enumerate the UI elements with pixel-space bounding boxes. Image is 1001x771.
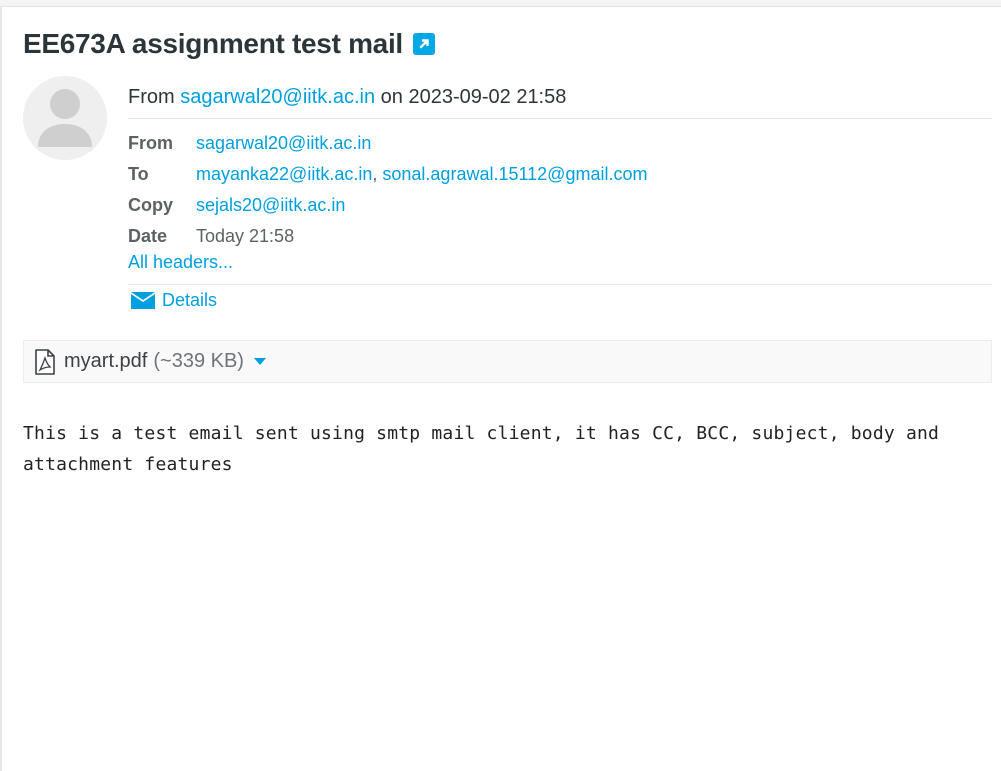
- header-from-link[interactable]: sagarwal20@iitk.ac.in: [196, 133, 371, 154]
- attachment-size: (~339 KB): [153, 350, 244, 372]
- summary-from-prefix: From: [128, 86, 175, 108]
- header-to-link-1[interactable]: mayanka22@iitk.ac.in: [196, 164, 372, 185]
- pdf-file-icon: [35, 348, 55, 375]
- left-border: [0, 7, 2, 771]
- header-row-date: Date Today 21:58: [128, 221, 647, 252]
- header-row-from: From sagarwal20@iitk.ac.in: [128, 128, 647, 159]
- header-to-link-2[interactable]: sonal.agrawal.15112@gmail.com: [382, 164, 647, 185]
- header-row-to: To mayanka22@iitk.ac.in, sonal.agrawal.1…: [128, 159, 647, 190]
- caret-down-icon[interactable]: [253, 357, 266, 366]
- subject-text: EE673A assignment test mail: [23, 28, 403, 59]
- details-toggle[interactable]: Details: [130, 290, 217, 311]
- sender-avatar: [23, 76, 107, 160]
- details-link[interactable]: Details: [162, 290, 217, 311]
- summary-on-word: on: [380, 86, 403, 108]
- header-divider-bottom: [128, 284, 992, 285]
- header-label-copy: Copy: [128, 195, 173, 215]
- header-copy-link[interactable]: sejals20@iitk.ac.in: [196, 195, 345, 216]
- attachment-item[interactable]: myart.pdf (~339 KB): [23, 340, 992, 383]
- header-to-separator: ,: [372, 164, 378, 184]
- message-body: This is a test email sent using smtp mai…: [23, 423, 951, 475]
- message-summary: From sagarwal20@iitk.ac.in on 2023-09-02…: [128, 86, 566, 109]
- envelope-icon: [131, 291, 155, 309]
- summary-sender-link[interactable]: sagarwal20@iitk.ac.in: [180, 86, 375, 108]
- external-link-icon[interactable]: [412, 33, 435, 55]
- header-divider-top: [128, 118, 992, 119]
- header-date-value: Today 21:58: [196, 226, 295, 246]
- top-border: [0, 0, 1001, 7]
- header-label-date: Date: [128, 226, 168, 246]
- user-avatar-icon: [38, 89, 92, 147]
- header-row-copy: Copy sejals20@iitk.ac.in: [128, 190, 647, 221]
- message-subject: EE673A assignment test mail: [23, 28, 435, 60]
- header-label-from: From: [128, 133, 173, 153]
- headers-table: From sagarwal20@iitk.ac.in To mayanka22@…: [128, 128, 647, 252]
- attachment-name[interactable]: myart.pdf: [64, 350, 147, 373]
- summary-datetime: 2023-09-02 21:58: [408, 86, 567, 108]
- header-label-to: To: [128, 164, 149, 184]
- all-headers-link[interactable]: All headers...: [128, 252, 233, 273]
